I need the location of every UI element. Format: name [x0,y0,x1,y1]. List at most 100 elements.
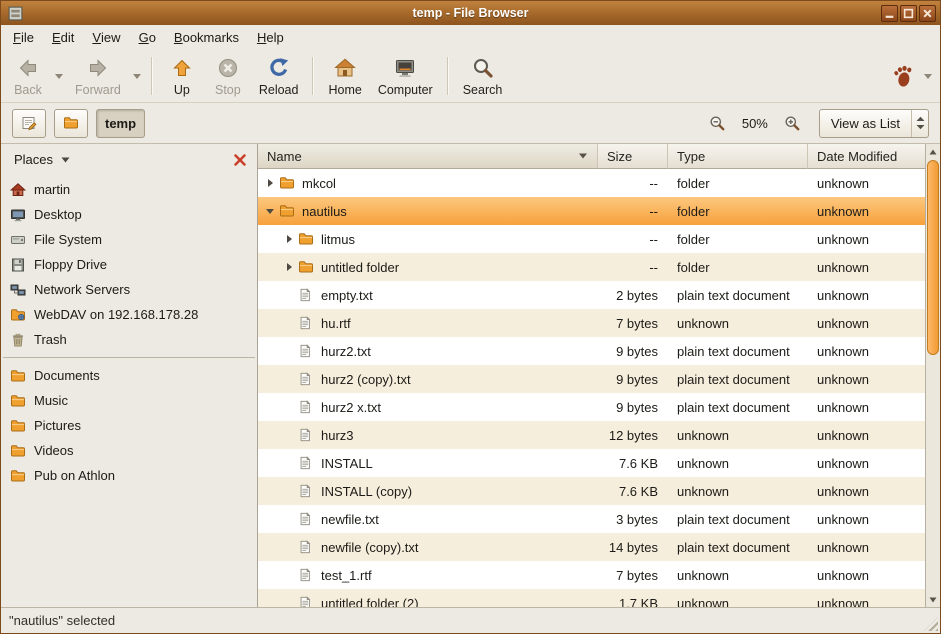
file-row-hurz2-x-txt[interactable]: hurz2 x.txt9 bytesplain text documentunk… [258,393,925,421]
scroll-down-button[interactable] [926,592,940,607]
list-header: NameSizeTypeDate Modified [258,144,925,169]
file-row-newfile-copy-txt[interactable]: newfile (copy).txt14 bytesplain text doc… [258,533,925,561]
menu-go[interactable]: Go [130,25,165,50]
sidebar-item-trash[interactable]: Trash [1,327,257,352]
size-cell: -- [598,169,668,197]
toggle-location-entry-button[interactable] [12,109,46,138]
file-row-hurz3[interactable]: hurz312 bytesunknownunknown [258,421,925,449]
sidebar-item-pub-on-athlon[interactable]: Pub on Athlon [1,463,257,488]
file-row-install[interactable]: INSTALL7.6 KBunknownunknown [258,449,925,477]
view-mode-steppers[interactable] [911,110,928,137]
path-button-current[interactable]: temp [96,109,145,138]
folder-icon [279,203,296,219]
chevron-down-icon [133,74,141,79]
up-button[interactable]: Up [159,53,205,100]
file-row-install-copy[interactable]: INSTALL (copy)7.6 KBunknownunknown [258,477,925,505]
zoom-in-button[interactable] [780,111,805,136]
row-expander[interactable] [281,234,296,244]
sidebar-item-desktop[interactable]: Desktop [1,202,257,227]
path-button-root[interactable] [54,109,88,138]
stop-button[interactable]: Stop [205,53,251,100]
row-expander[interactable] [262,206,277,216]
expand-arrow-icon [265,178,275,188]
titlebar[interactable]: temp - File Browser [1,1,940,25]
computer-button[interactable]: Computer [370,53,441,100]
file-row-nautilus[interactable]: nautilus--folderunknown [258,197,925,225]
sidebar-close-button[interactable] [230,150,250,170]
type-cell: unknown [668,421,808,449]
close-button[interactable] [919,5,936,22]
column-header-date-modified[interactable]: Date Modified [808,144,925,169]
sidebar-item-network-servers[interactable]: Network Servers [1,277,257,302]
chevron-down-icon [55,74,63,79]
text-file-icon [298,567,315,583]
forward-history-dropdown[interactable] [129,54,145,98]
size-cell: 12 bytes [598,421,668,449]
menu-edit[interactable]: Edit [43,25,83,50]
file-row-litmus[interactable]: litmus--folderunknown [258,225,925,253]
sidebar-item-file-system[interactable]: File System [1,227,257,252]
column-header-name[interactable]: Name [258,144,598,169]
file-name: test_1.rtf [321,568,372,583]
file-row-hu-rtf[interactable]: hu.rtf7 bytesunknownunknown [258,309,925,337]
file-row-hurz2-txt[interactable]: hurz2.txt9 bytesplain text documentunkno… [258,337,925,365]
row-expander[interactable] [281,262,296,272]
column-header-type[interactable]: Type [668,144,808,169]
zoom-level: 50% [738,116,772,131]
back-button[interactable]: Back [5,53,51,100]
file-row-mkcol[interactable]: mkcol--folderunknown [258,169,925,197]
collapse-arrow-icon [265,206,275,216]
menu-view[interactable]: View [83,25,129,50]
view-mode-dropdown[interactable]: View as List [819,109,929,138]
file-row-newfile-txt[interactable]: newfile.txt3 bytesplain text documentunk… [258,505,925,533]
menu-bookmarks[interactable]: Bookmarks [165,25,248,50]
reload-button[interactable]: Reload [251,53,307,100]
scrollbar-thumb[interactable] [927,160,939,355]
minimize-button[interactable] [881,5,898,22]
scroll-up-button[interactable] [926,144,940,159]
name-cell: hu.rtf [258,309,598,337]
text-file-icon [298,343,315,359]
sidebar-item-pictures[interactable]: Pictures [1,413,257,438]
vertical-scrollbar[interactable] [925,144,940,607]
search-button[interactable]: Search [455,53,511,100]
sidebar-item-webdav-on-192-168-178-28[interactable]: WebDAV on 192.168.178.28 [1,302,257,327]
places-dropdown[interactable]: Places [8,149,76,170]
modified-cell: unknown [808,533,925,561]
name-cell: untitled folder [258,253,598,281]
zoom-out-button[interactable] [705,111,730,136]
sidebar-item-documents[interactable]: Documents [1,363,257,388]
toolbar-overflow-button[interactable] [920,54,936,98]
sidebar-item-music[interactable]: Music [1,388,257,413]
forward-button[interactable]: Forward [67,53,129,100]
arrow-down-icon [929,597,937,603]
sidebar-item-videos[interactable]: Videos [1,438,257,463]
toolbar-buttons: Back Forward UpStopReload HomeComputer Searc… [5,53,510,100]
scrollbar-track[interactable] [927,159,939,592]
edit-location-icon [21,115,37,131]
toolbar-separator [151,57,153,95]
home-button[interactable]: Home [320,53,369,100]
row-expander[interactable] [262,178,277,188]
text-file-icon [298,511,315,527]
file-row-untitled-folder[interactable]: untitled folder--folderunknown [258,253,925,281]
folder-icon [63,115,79,131]
file-row-test-1-rtf[interactable]: test_1.rtf7 bytesunknownunknown [258,561,925,589]
back-history-dropdown[interactable] [51,54,67,98]
file-row-untitled-folder-2[interactable]: untitled folder (2)1.7 KBunknownunknown [258,589,925,607]
menu-file[interactable]: File [4,25,43,50]
file-row-hurz2-copy-txt[interactable]: hurz2 (copy).txt9 bytesplain text docume… [258,365,925,393]
main-area: Places martinDesktopFile SystemFloppy Dr… [1,144,940,607]
file-row-empty-txt[interactable]: empty.txt2 bytesplain text documentunkno… [258,281,925,309]
folder-icon [10,468,26,484]
maximize-button[interactable] [900,5,917,22]
toolbar-button-label: Forward [75,83,121,97]
menu-help[interactable]: Help [248,25,293,50]
sidebar-item-martin[interactable]: martin [1,177,257,202]
resize-grip[interactable] [924,617,938,631]
window-menu-icon[interactable] [7,5,24,22]
column-header-size[interactable]: Size [598,144,668,169]
sidebar-item-floppy-drive[interactable]: Floppy Drive [1,252,257,277]
modified-cell: unknown [808,561,925,589]
close-icon [233,153,247,167]
